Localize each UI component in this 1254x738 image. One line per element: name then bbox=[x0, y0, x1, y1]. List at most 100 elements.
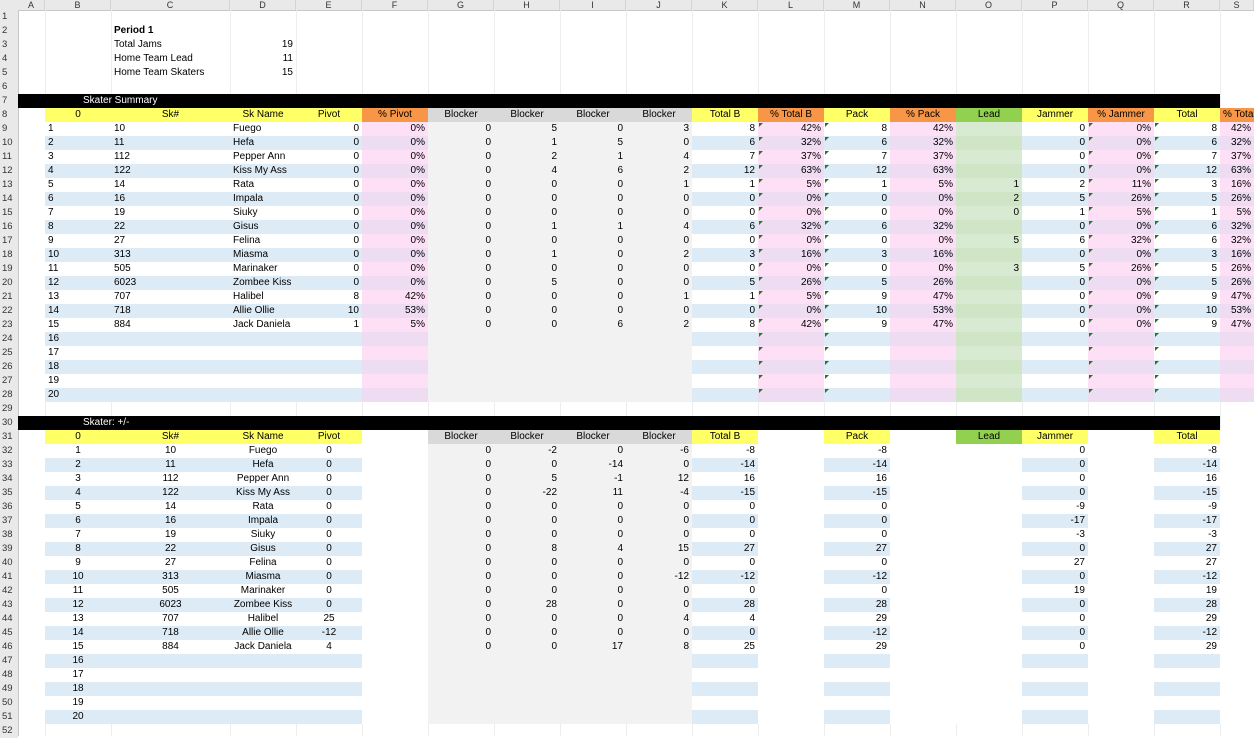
plusminus-cell[interactable]: 16 bbox=[692, 472, 758, 486]
summary-cell[interactable]: 5 bbox=[45, 178, 111, 192]
plusminus-cell[interactable]: 0 bbox=[560, 514, 626, 528]
plusminus-cell[interactable]: 29 bbox=[1154, 640, 1220, 654]
plusminus-cell[interactable] bbox=[956, 570, 1022, 584]
plusminus-cell[interactable]: 0 bbox=[296, 556, 362, 570]
summary-cell[interactable] bbox=[296, 374, 362, 388]
plusminus-cell[interactable] bbox=[1088, 556, 1154, 570]
row-header-20[interactable]: 20 bbox=[0, 276, 18, 290]
plusminus-cell[interactable] bbox=[890, 556, 956, 570]
plusminus-cell[interactable]: 0 bbox=[494, 612, 560, 626]
plusminus-cell[interactable] bbox=[956, 682, 1022, 696]
plusminus-cell[interactable] bbox=[362, 612, 428, 626]
summary-cell[interactable]: Kiss My Ass bbox=[230, 164, 296, 178]
row-header-15[interactable]: 15 bbox=[0, 206, 18, 220]
summary-cell[interactable]: 122 bbox=[111, 164, 230, 178]
summary-cell[interactable]: 707 bbox=[111, 290, 230, 304]
summary-cell[interactable]: 0 bbox=[494, 290, 560, 304]
summary-cell[interactable]: 0 bbox=[296, 192, 362, 206]
plusminus-cell[interactable]: 0 bbox=[296, 458, 362, 472]
plusminus-cell[interactable] bbox=[296, 696, 362, 710]
summary-cell[interactable]: Marinaker bbox=[230, 262, 296, 276]
plusminus-cell[interactable]: 0 bbox=[560, 500, 626, 514]
summary-cell[interactable] bbox=[626, 374, 692, 388]
plusminus-cell[interactable]: Jack Daniela bbox=[230, 640, 296, 654]
summary-cell[interactable]: 0% bbox=[1088, 304, 1154, 318]
plusminus-cell[interactable] bbox=[428, 696, 494, 710]
plusminus-cell[interactable]: 0 bbox=[1022, 598, 1088, 612]
plusminus-cell[interactable] bbox=[890, 514, 956, 528]
plusminus-cell[interactable]: 6023 bbox=[111, 598, 230, 612]
plusminus-cell[interactable] bbox=[1154, 654, 1220, 668]
summary-cell[interactable]: 0 bbox=[296, 234, 362, 248]
summary-cell[interactable]: 5 bbox=[560, 136, 626, 150]
summary-cell[interactable]: 9 bbox=[45, 234, 111, 248]
plusminus-cell[interactable]: 884 bbox=[111, 640, 230, 654]
plusminus-cell[interactable] bbox=[362, 710, 428, 724]
summary-cell[interactable] bbox=[692, 374, 758, 388]
summary-cell[interactable]: 0 bbox=[1022, 276, 1088, 290]
summary-cell[interactable]: 0 bbox=[428, 262, 494, 276]
plusminus-cell[interactable] bbox=[758, 528, 824, 542]
plusminus-cell[interactable] bbox=[494, 654, 560, 668]
summary-cell[interactable]: 6 bbox=[1154, 136, 1220, 150]
plusminus-cell[interactable] bbox=[956, 528, 1022, 542]
plusminus-cell[interactable]: 11 bbox=[45, 584, 111, 598]
plusminus-cell[interactable] bbox=[824, 696, 890, 710]
plusminus-cell[interactable]: 0 bbox=[296, 584, 362, 598]
plusminus-cell[interactable] bbox=[1220, 682, 1254, 696]
summary-cell[interactable] bbox=[560, 374, 626, 388]
plusminus-cell[interactable] bbox=[956, 514, 1022, 528]
plusminus-cell[interactable]: 122 bbox=[111, 486, 230, 500]
plusminus-cell[interactable]: 0 bbox=[692, 556, 758, 570]
summary-cell[interactable]: 0% bbox=[1088, 318, 1154, 332]
row-header-6[interactable]: 6 bbox=[0, 80, 18, 94]
summary-cell[interactable] bbox=[362, 346, 428, 360]
plusminus-cell[interactable] bbox=[956, 640, 1022, 654]
summary-cell[interactable]: 14 bbox=[45, 304, 111, 318]
plusminus-cell[interactable]: -12 bbox=[824, 570, 890, 584]
summary-cell[interactable]: 47% bbox=[890, 290, 956, 304]
plusminus-cell[interactable] bbox=[362, 472, 428, 486]
summary-cell[interactable]: 0% bbox=[362, 248, 428, 262]
summary-cell[interactable] bbox=[956, 360, 1022, 374]
row-header-2[interactable]: 2 bbox=[0, 24, 18, 38]
summary-cell[interactable]: 9 bbox=[824, 318, 890, 332]
summary-cell[interactable]: 4 bbox=[626, 150, 692, 164]
plusminus-cell[interactable]: 16 bbox=[1154, 472, 1220, 486]
plusminus-cell[interactable]: 5 bbox=[45, 500, 111, 514]
summary-cell[interactable]: Rata bbox=[230, 178, 296, 192]
summary-cell[interactable] bbox=[111, 360, 230, 374]
plusminus-cell[interactable] bbox=[1220, 542, 1254, 556]
row-header-12[interactable]: 12 bbox=[0, 164, 18, 178]
plusminus-cell[interactable]: -14 bbox=[692, 458, 758, 472]
plusminus-cell[interactable]: 0 bbox=[296, 500, 362, 514]
plusminus-cell[interactable] bbox=[1088, 640, 1154, 654]
summary-cell[interactable] bbox=[956, 318, 1022, 332]
column-header-c[interactable]: C bbox=[111, 0, 230, 10]
summary-cell[interactable]: 0% bbox=[890, 234, 956, 248]
summary-cell[interactable]: 0% bbox=[362, 206, 428, 220]
summary-cell[interactable]: 42% bbox=[890, 122, 956, 136]
plusminus-cell[interactable]: 1 bbox=[45, 444, 111, 458]
plusminus-cell[interactable] bbox=[956, 598, 1022, 612]
plusminus-cell[interactable]: 9 bbox=[45, 556, 111, 570]
summary-cell[interactable]: Miasma bbox=[230, 248, 296, 262]
summary-cell[interactable] bbox=[494, 346, 560, 360]
summary-cell[interactable]: 1 bbox=[626, 178, 692, 192]
summary-cell[interactable]: 12 bbox=[45, 276, 111, 290]
plusminus-cell[interactable] bbox=[956, 696, 1022, 710]
plusminus-cell[interactable]: 28 bbox=[692, 598, 758, 612]
summary-cell[interactable] bbox=[428, 346, 494, 360]
plusminus-cell[interactable]: 718 bbox=[111, 626, 230, 640]
plusminus-cell[interactable] bbox=[1088, 710, 1154, 724]
summary-cell[interactable]: 0% bbox=[362, 136, 428, 150]
plusminus-cell[interactable]: 4 bbox=[560, 542, 626, 556]
summary-cell[interactable] bbox=[824, 388, 890, 402]
summary-cell[interactable]: 47% bbox=[1220, 290, 1254, 304]
row-header-24[interactable]: 24 bbox=[0, 332, 18, 346]
plusminus-cell[interactable] bbox=[758, 598, 824, 612]
plusminus-cell[interactable]: 0 bbox=[296, 486, 362, 500]
plusminus-cell[interactable] bbox=[758, 458, 824, 472]
plusminus-cell[interactable]: 0 bbox=[494, 556, 560, 570]
plusminus-cell[interactable] bbox=[956, 486, 1022, 500]
